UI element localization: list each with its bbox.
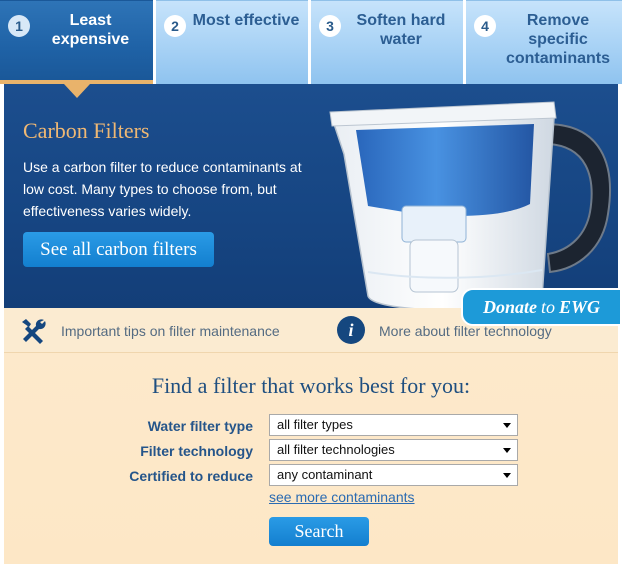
certified-to-reduce-label: Certified to reduce <box>129 468 253 484</box>
tab-remove-specific-contaminants[interactable]: 4 Remove specific contaminants <box>466 0 622 84</box>
carbon-filters-hero: Carbon Filters Use a carbon filter to re… <box>4 84 618 308</box>
tab-least-expensive[interactable]: 1 Least expensive <box>0 0 153 98</box>
finder-title: Find a filter that works best for you: <box>151 373 471 398</box>
donate-org: EWG <box>559 296 601 317</box>
active-tab-pointer <box>64 84 90 98</box>
tools-icon <box>22 319 46 344</box>
tab-number: 1 <box>8 15 30 37</box>
hero-description: Use a carbon filter to reduce contaminan… <box>23 159 302 219</box>
donate-to-ewg-button[interactable]: Donate to EWG <box>461 288 622 326</box>
water-filter-type-select[interactable]: all filter types <box>269 414 518 436</box>
filter-category-tabs: 1 Least expensive 2 Most effective 3 Sof… <box>0 0 622 98</box>
certified-to-reduce-select[interactable]: any contaminant <box>269 464 518 486</box>
water-filter-type-label: Water filter type <box>147 418 253 434</box>
chevron-down-icon <box>503 448 511 453</box>
tab-number: 4 <box>474 15 496 37</box>
see-all-carbon-filters-button[interactable]: See all carbon filters <box>23 232 214 267</box>
water-filter-type-value: all filter types <box>277 417 353 432</box>
filter-technology-value: all filter technologies <box>277 442 395 457</box>
search-button[interactable]: Search <box>269 517 369 546</box>
filter-finder: Find a filter that works best for you: W… <box>4 353 618 564</box>
hero-title: Carbon Filters <box>23 118 150 143</box>
donate-word: Donate <box>482 296 537 317</box>
tab-number: 3 <box>319 15 341 37</box>
donate-to-word: to <box>540 296 555 317</box>
info-icon: i <box>337 316 365 344</box>
filter-maintenance-tip-link[interactable]: Important tips on filter maintenance <box>61 308 280 353</box>
chevron-down-icon <box>503 423 511 428</box>
certified-to-reduce-value: any contaminant <box>277 467 373 482</box>
tab-number: 2 <box>164 15 186 37</box>
tab-most-effective[interactable]: 2 Most effective <box>156 0 308 84</box>
filter-maintenance-tip-label: Important tips on filter maintenance <box>61 322 280 339</box>
filter-technology-label: Filter technology <box>140 443 253 459</box>
water-pitcher-image <box>329 101 611 308</box>
see-more-contaminants-link[interactable]: see more contaminants <box>269 489 415 505</box>
chevron-down-icon <box>503 473 511 478</box>
tab-soften-hard-water[interactable]: 3 Soften hard water <box>311 0 463 84</box>
filter-technology-select[interactable]: all filter technologies <box>269 439 518 461</box>
